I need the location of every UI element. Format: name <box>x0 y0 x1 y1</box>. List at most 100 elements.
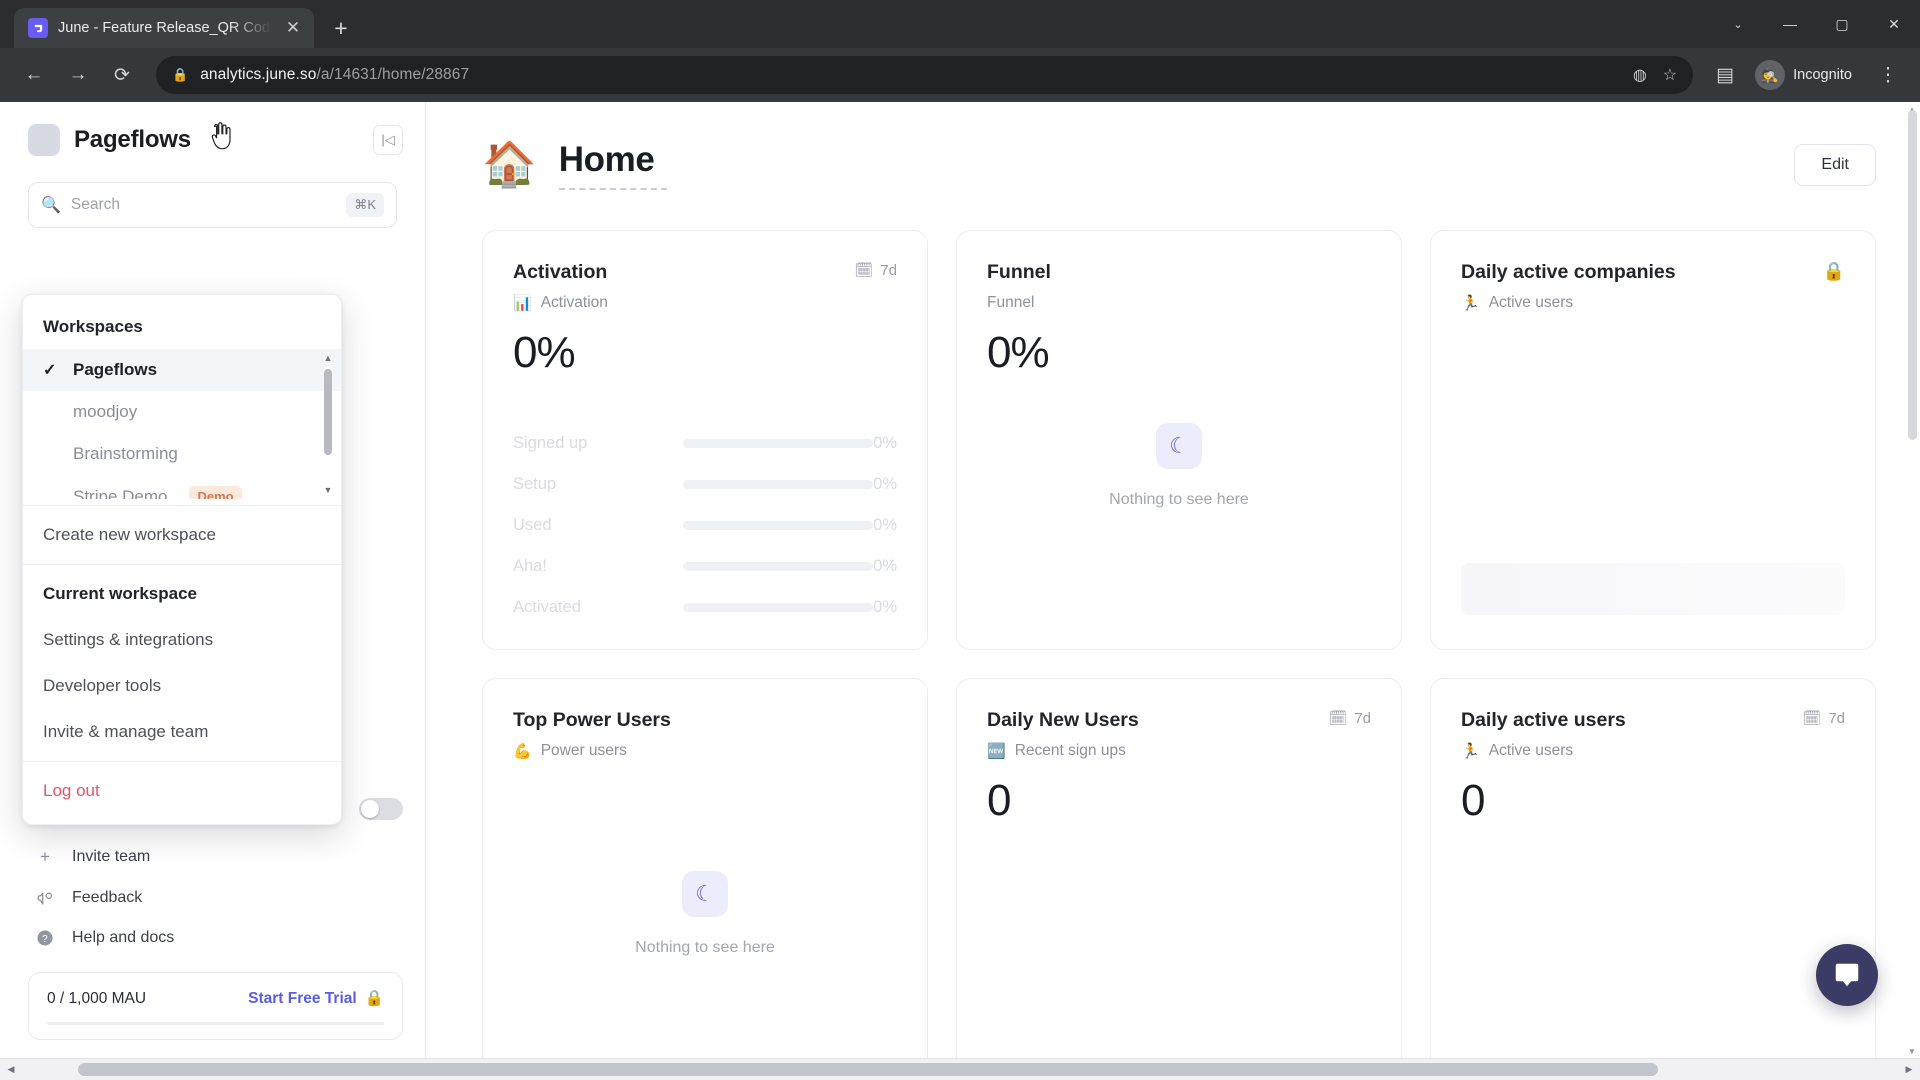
moon-icon: ☾ <box>682 871 728 918</box>
lock-icon[interactable]: 🔒 <box>1823 261 1845 282</box>
card-daily-new-users[interactable]: Daily New Users 🆕 Recent sign ups 🗓 7d 0 <box>956 678 1402 1058</box>
funnel-step-label: Used <box>513 516 552 534</box>
card-funnel[interactable]: Funnel Funnel 0% ☾ Nothing to see here <box>956 230 1402 650</box>
scroll-thumb[interactable] <box>1908 110 1917 440</box>
funnel-step-bar <box>683 603 873 612</box>
sidebar-item-feedback[interactable]: Feedback <box>28 878 403 918</box>
sidebar-item-invite-team[interactable]: + Invite team <box>28 836 403 878</box>
page-header: 🏠 Home Edit <box>482 140 1876 190</box>
card-daily-active-users[interactable]: Daily active users 🏃 Active users 🗓 7d 0 <box>1430 678 1876 1058</box>
page-vertical-scrollbar[interactable]: ▲ ▼ <box>1904 102 1920 1058</box>
scroll-thumb[interactable] <box>78 1063 1658 1076</box>
card-header: Top Power Users 💪 Power users <box>513 709 897 760</box>
eye-off-icon[interactable]: ◍ <box>1633 65 1647 85</box>
theme-toggle[interactable] <box>359 798 403 820</box>
caret-down-icon[interactable]: ▼ <box>1907 1046 1917 1056</box>
funnel-step-bar <box>683 562 873 571</box>
browser-tab[interactable]: June - Feature Release_QR Code ✕ <box>14 8 314 48</box>
menu-item-invite-manage-team[interactable]: Invite & manage team <box>23 709 341 755</box>
caret-left-icon[interactable]: ◀ <box>0 1064 22 1075</box>
funnel-step-label: Setup <box>513 475 557 493</box>
funnel-step-bar <box>683 521 873 530</box>
create-new-workspace-item[interactable]: Create new workspace <box>23 512 341 558</box>
cards-grid: Activation 📊 Activation 🗓 7d 0% Signed u… <box>482 230 1876 1058</box>
card-top-power-users[interactable]: Top Power Users 💪 Power users ☾ Nothing … <box>482 678 928 1058</box>
address-bar[interactable]: 🔒 analytics.june.so/a/14631/home/28867 ◍… <box>156 56 1694 94</box>
card-range-label: 7d <box>880 261 897 279</box>
url-text: analytics.june.so/a/14631/home/28867 <box>200 66 469 84</box>
card-daily-active-companies[interactable]: Daily active companies 🏃 Active users 🔒 <box>1430 230 1876 650</box>
funnel-step-label: Aha! <box>513 557 547 575</box>
funnel-step-pct: 0% <box>873 516 897 534</box>
workspace-dropdown-menu: Workspaces ✓ Pageflows moodjoy Brainstor… <box>22 294 342 825</box>
funnel-step-row: Used 0% <box>513 516 897 535</box>
mau-usage-card: 0 / 1,000 MAU Start Free Trial 🔒 <box>28 972 403 1040</box>
close-icon[interactable]: ✕ <box>282 17 304 39</box>
start-free-trial-button[interactable]: Start Free Trial 🔒 <box>248 989 384 1008</box>
caret-down-icon[interactable]: ▼ <box>321 483 335 497</box>
funnel-step-bar <box>683 439 873 448</box>
mau-progress-bar <box>47 1022 384 1025</box>
reload-icon[interactable]: ⟳ <box>102 55 142 95</box>
sidebar-footer: + Invite team Feedback ? Help and docs 0… <box>0 790 425 1058</box>
workspace-option-stripe-demo[interactable]: Stripe Demo Demo <box>23 475 341 499</box>
main-inner: 🏠 Home Edit Activation 📊 Activation 🗓 7d… <box>426 102 1920 1058</box>
card-date-range[interactable]: 🗓 7d <box>1802 709 1845 728</box>
workspace-switcher[interactable]: Pageflows |◁ <box>0 102 425 156</box>
mau-count: 0 / 1,000 MAU <box>47 989 147 1007</box>
search-input[interactable]: 🔍 Search ⌘K <box>28 182 397 228</box>
lock-icon: 🔒 <box>364 990 384 1007</box>
sidebar-item-help-and-docs[interactable]: ? Help and docs <box>28 918 403 958</box>
card-header: Funnel Funnel <box>987 261 1371 312</box>
profile-chip[interactable]: 🕵 Incognito <box>1751 56 1864 94</box>
star-icon[interactable]: ☆ <box>1663 65 1677 85</box>
intercom-chat-icon[interactable] <box>1816 944 1878 1006</box>
runner-icon: 🏃 <box>1461 295 1480 312</box>
funnel-step-label: Activated <box>513 598 581 616</box>
card-header: Activation 📊 Activation 🗓 7d <box>513 261 897 312</box>
chevron-down-icon[interactable]: ⌄ <box>1712 0 1764 48</box>
page-horizontal-scrollbar[interactable]: ◀ ▶ <box>0 1058 1920 1080</box>
sidebar-nav <box>0 228 425 242</box>
card-date-range[interactable]: 🗓 7d <box>1328 709 1371 728</box>
kebab-menu-icon[interactable]: ⋮ <box>1870 57 1906 93</box>
menu-divider <box>23 505 341 506</box>
arrow-right-icon[interactable]: → <box>58 55 98 95</box>
card-subtitle-label: Power users <box>540 742 627 759</box>
megaphone-icon <box>34 889 56 907</box>
workspace-option-label: moodjoy <box>73 402 138 421</box>
menu-item-developer-tools[interactable]: Developer tools <box>23 663 341 709</box>
side-panel-icon[interactable]: ▤ <box>1705 55 1745 95</box>
window-controls: ⌄ — ▢ ✕ <box>1712 0 1920 48</box>
bar-chart-icon: 📊 <box>513 295 532 312</box>
menu-divider <box>23 564 341 565</box>
arrow-left-icon[interactable]: ← <box>14 55 54 95</box>
main-content: 🏠 Home Edit Activation 📊 Activation 🗓 7d… <box>426 102 1920 1058</box>
card-header: Daily New Users 🆕 Recent sign ups 🗓 7d <box>987 709 1371 760</box>
search-placeholder: Search <box>70 196 121 213</box>
collapse-sidebar-icon[interactable]: |◁ <box>373 125 403 155</box>
workspace-option-moodjoy[interactable]: moodjoy <box>23 391 341 433</box>
minimize-icon[interactable]: — <box>1764 0 1816 48</box>
menu-item-settings-integrations[interactable]: Settings & integrations <box>23 617 341 663</box>
browser-window: June - Feature Release_QR Code ✕ + ⌄ — ▢… <box>0 0 1920 1080</box>
card-activation[interactable]: Activation 📊 Activation 🗓 7d 0% Signed u… <box>482 230 928 650</box>
search-icon: 🔍 <box>41 197 61 214</box>
plus-icon: + <box>40 847 50 866</box>
workspace-option-brainstorming[interactable]: Brainstorming <box>23 433 341 475</box>
menu-scrollbar[interactable]: ▲ ▼ <box>321 349 335 499</box>
workspace-option-pageflows[interactable]: ✓ Pageflows <box>23 349 341 391</box>
workspaces-heading: Workspaces <box>43 317 143 336</box>
plus-icon[interactable]: + <box>324 11 358 45</box>
runner-icon: 🏃 <box>1461 743 1480 760</box>
edit-button[interactable]: Edit <box>1794 144 1876 186</box>
card-subtitle: 🆕 Recent sign ups <box>987 742 1139 760</box>
card-date-range[interactable]: 🗓 7d <box>854 261 897 280</box>
caret-right-icon[interactable]: ▶ <box>1898 1064 1920 1075</box>
scroll-thumb[interactable] <box>324 369 332 455</box>
page-title: Home <box>558 140 655 179</box>
log-out-item[interactable]: Log out <box>23 768 341 814</box>
caret-up-icon[interactable]: ▲ <box>321 351 335 365</box>
close-icon[interactable]: ✕ <box>1868 0 1920 48</box>
maximize-icon[interactable]: ▢ <box>1816 0 1868 48</box>
